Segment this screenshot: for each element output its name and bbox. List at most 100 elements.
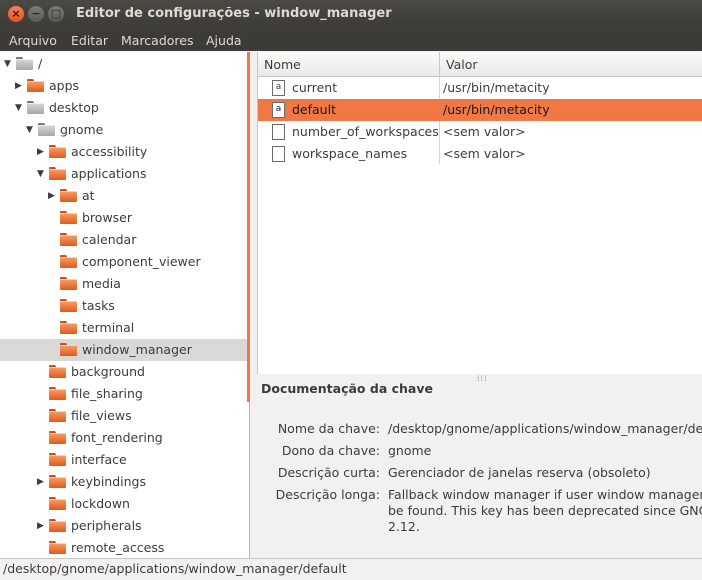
long-description-label: Descrição longa:	[275, 487, 380, 502]
menu-editar[interactable]: Editar	[71, 33, 108, 48]
key-name-label: Nome da chave:	[277, 421, 380, 436]
folder-icon	[49, 387, 66, 400]
expander-collapsed-icon[interactable]: ▶	[37, 146, 47, 158]
tree-item[interactable]: media	[0, 273, 249, 295]
short-description-label: Descrição curta:	[277, 465, 380, 480]
expander-expanded-icon[interactable]: ▼	[37, 168, 47, 180]
expander-expanded-icon[interactable]: ▼	[15, 102, 25, 114]
minimize-button[interactable]: −	[28, 6, 44, 22]
tree-item-label: media	[82, 276, 121, 291]
key-value: <sem valor>	[443, 146, 526, 161]
menu-arquivo[interactable]: Arquivo	[9, 33, 57, 48]
tree-item[interactable]: ▼ /	[0, 53, 249, 75]
text-key-icon: a	[272, 102, 285, 118]
tree-item[interactable]: ▶ apps	[0, 75, 249, 97]
tree-item-label: apps	[49, 78, 80, 93]
column-header-name[interactable]: Nome	[258, 52, 440, 77]
folder-icon	[60, 189, 77, 202]
key-row[interactable]: a default/usr/bin/metacity	[258, 99, 702, 121]
owner-value: gnome	[388, 443, 432, 458]
documentation-title: Documentação da chave	[261, 381, 433, 396]
folder-grey-icon	[27, 101, 44, 114]
folder-icon	[49, 409, 66, 422]
tree-item[interactable]: lockdown	[0, 493, 249, 515]
tree-item[interactable]: component_viewer	[0, 251, 249, 273]
folder-icon	[49, 167, 66, 180]
tree-item[interactable]: ▼ gnome	[0, 119, 249, 141]
key-value: /usr/bin/metacity	[443, 102, 550, 117]
folder-icon	[49, 453, 66, 466]
expander-collapsed-icon[interactable]: ▶	[37, 476, 47, 488]
tree-item[interactable]: ▼ desktop	[0, 97, 249, 119]
tree-item-label: font_rendering	[71, 430, 163, 445]
key-row[interactable]: number_of_workspaces <sem valor>	[258, 121, 702, 143]
folder-icon	[60, 299, 77, 312]
menu-ajuda[interactable]: Ajuda	[206, 33, 242, 48]
key-name-value: /desktop/gnome/applications/window_manag…	[388, 421, 702, 436]
text-key-icon: a	[272, 80, 285, 96]
tree-item[interactable]: ▶ keybindings	[0, 471, 249, 493]
close-button[interactable]: ×	[8, 6, 24, 22]
tree-item-label: calendar	[82, 232, 137, 247]
key-documentation: ⁞⁞⁞ Documentação da chave Nome da chave:…	[250, 374, 702, 558]
tree-item-label: accessibility	[71, 144, 148, 159]
key-value: /usr/bin/metacity	[443, 80, 550, 95]
long-description-line: 2.12.	[388, 519, 420, 534]
tree-item[interactable]: interface	[0, 449, 249, 471]
tree-item[interactable]: terminal	[0, 317, 249, 339]
folder-icon	[60, 343, 77, 356]
tree-item-label: gnome	[60, 122, 104, 137]
expander-expanded-icon[interactable]: ▼	[26, 124, 36, 136]
status-bar: /desktop/gnome/applications/window_manag…	[0, 558, 702, 580]
tree-item[interactable]: calendar	[0, 229, 249, 251]
tree-item[interactable]: window_manager	[0, 339, 249, 361]
tree-item-label: keybindings	[71, 474, 146, 489]
tree-item-label: desktop	[49, 100, 99, 115]
key-list[interactable]: Nome Valor a current/usr/bin/metacity a def…	[257, 52, 702, 374]
tree-item-label: remote_access	[71, 540, 165, 555]
key-name: workspace_names	[292, 146, 408, 161]
maximize-button[interactable]: □	[48, 6, 64, 22]
menu-marcadores[interactable]: Marcadores	[121, 33, 194, 48]
folder-icon	[60, 321, 77, 334]
tree-item-label: file_sharing	[71, 386, 143, 401]
tree-item[interactable]: file_sharing	[0, 383, 249, 405]
key-row[interactable]: a current/usr/bin/metacity	[258, 77, 702, 99]
menu-bar: Arquivo Editar Marcadores Ajuda	[0, 29, 702, 51]
expander-collapsed-icon[interactable]: ▶	[37, 520, 47, 532]
folder-icon	[49, 145, 66, 158]
folder-icon	[27, 79, 44, 92]
tree-item[interactable]: file_views	[0, 405, 249, 427]
tree-item[interactable]: browser	[0, 207, 249, 229]
tree-item[interactable]: ▶ accessibility	[0, 141, 249, 163]
tree-item-label: interface	[71, 452, 127, 467]
owner-label: Dono da chave:	[281, 443, 380, 458]
tree-item[interactable]: background	[0, 361, 249, 383]
tree-item-label: /	[38, 56, 43, 71]
tree-item[interactable]: font_rendering	[0, 427, 249, 449]
key-value: <sem valor>	[443, 124, 526, 139]
key-row[interactable]: workspace_names <sem valor>	[258, 143, 702, 165]
pane-divider[interactable]	[247, 52, 250, 402]
tree-item-label: component_viewer	[82, 254, 201, 269]
tree-item[interactable]: tasks	[0, 295, 249, 317]
expander-collapsed-icon[interactable]: ▶	[48, 190, 58, 202]
expander-expanded-icon[interactable]: ▼	[4, 58, 14, 70]
tree-item-label: peripherals	[71, 518, 142, 533]
tree-item-label: at	[82, 188, 95, 203]
expander-collapsed-icon[interactable]: ▶	[15, 80, 25, 92]
tree-item-label: applications	[71, 166, 147, 181]
short-description-value: Gerenciador de janelas reserva (obsoleto…	[388, 465, 651, 480]
tree-item[interactable]: ▼ applications	[0, 163, 249, 185]
folder-grey-icon	[38, 123, 55, 136]
folder-icon	[60, 277, 77, 290]
tree-item-label: file_views	[71, 408, 132, 423]
tree-item[interactable]: remote_access	[0, 537, 249, 558]
folder-icon	[60, 211, 77, 224]
tree-item[interactable]: ▶ peripherals	[0, 515, 249, 537]
resize-grip[interactable]: ⁞⁞⁞	[477, 374, 488, 383]
directory-tree[interactable]: ▼ / ▶ apps ▼ desktop ▼ gnome ▶ accessibility ▼ appl…	[0, 52, 250, 558]
tree-item[interactable]: ▶ at	[0, 185, 249, 207]
folder-icon	[49, 431, 66, 444]
column-header-value[interactable]: Valor	[440, 52, 702, 77]
